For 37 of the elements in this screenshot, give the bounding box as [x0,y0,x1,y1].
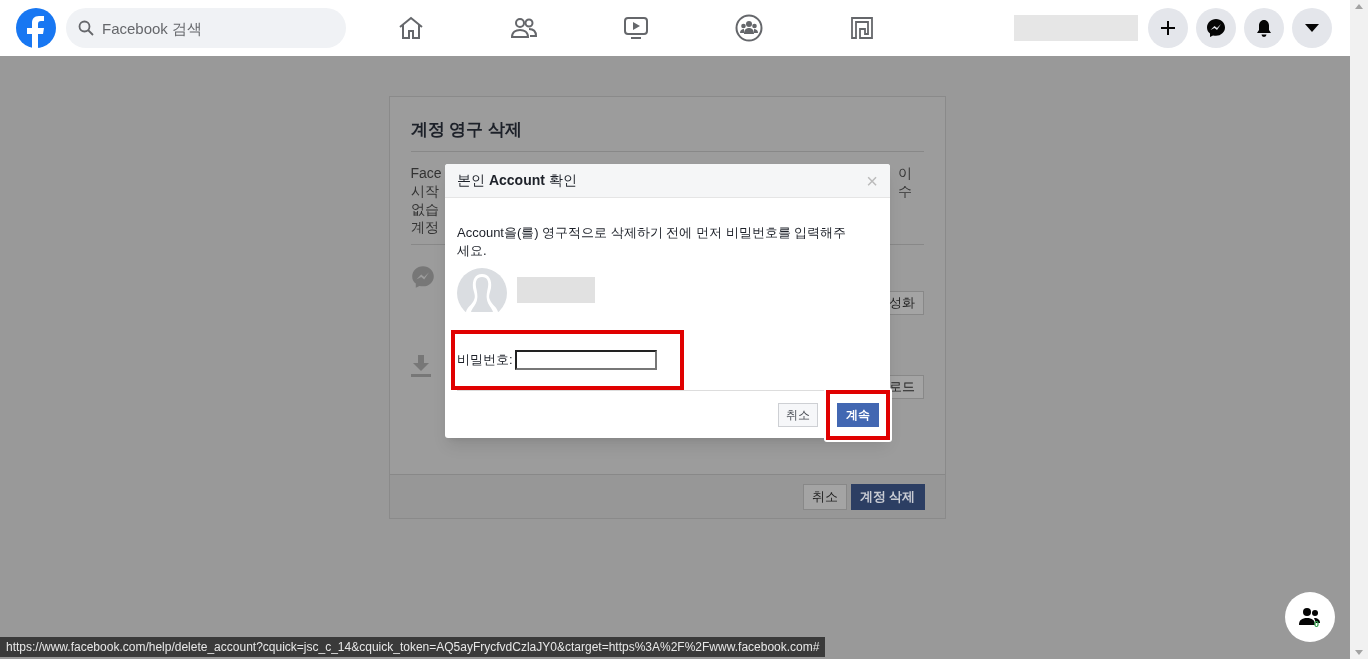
description-fragment: 없습 [410,199,439,218]
dialog-title: 본인 Account 확인 [457,171,577,190]
bell-icon [1255,19,1273,37]
messenger-icon [410,264,435,289]
delete-account-button[interactable]: 계정 삭제 [850,483,925,510]
continue-button[interactable]: 계속 [837,402,879,427]
description-fragment: 시작 [410,181,439,200]
password-field[interactable] [514,350,657,370]
password-label: 비밀번호: [457,351,513,370]
description-fragment: 이 [897,163,912,182]
search-icon [78,20,94,36]
dialog-message: Account을(를) 영구적으로 삭제하기 전에 먼저 비밀번호를 입력해주세요. [457,224,847,260]
notifications-button[interactable] [1244,8,1284,48]
plus-icon [1160,20,1176,36]
avatar-icon [457,268,507,312]
messenger-icon [1206,18,1226,38]
search-field[interactable]: Facebook 검색 [66,8,346,48]
online-count: 0 [1314,618,1319,631]
friends-icon[interactable] [511,17,537,39]
description-fragment: Face [410,163,442,182]
status-bar: https://www.facebook.com/help/delete_account?cquick=jsc_c_14&cquick_token=AQ5ayFrycfvdCzlaJY0&ctarget=https%3A%2F%2Fwww.facebook.com# [0,637,826,657]
messenger-button[interactable] [1196,8,1236,48]
account-menu-button[interactable] [1292,8,1332,48]
facebook-logo-icon[interactable] [16,8,56,48]
caret-icon [1305,24,1319,32]
cancel-button[interactable]: 취소 [802,483,847,510]
download-icon [410,354,431,377]
description-fragment: 계정 [410,217,439,236]
gaming-icon[interactable] [850,16,874,40]
card-title: 계정 영구 삭제 [410,97,924,152]
groups-icon[interactable] [735,14,763,42]
create-button[interactable] [1148,8,1188,48]
cancel-button[interactable]: 취소 [778,402,818,427]
home-icon[interactable] [398,16,424,40]
video-icon[interactable] [624,16,648,40]
people-icon [1299,607,1321,627]
description-fragment: 수 [897,181,912,200]
